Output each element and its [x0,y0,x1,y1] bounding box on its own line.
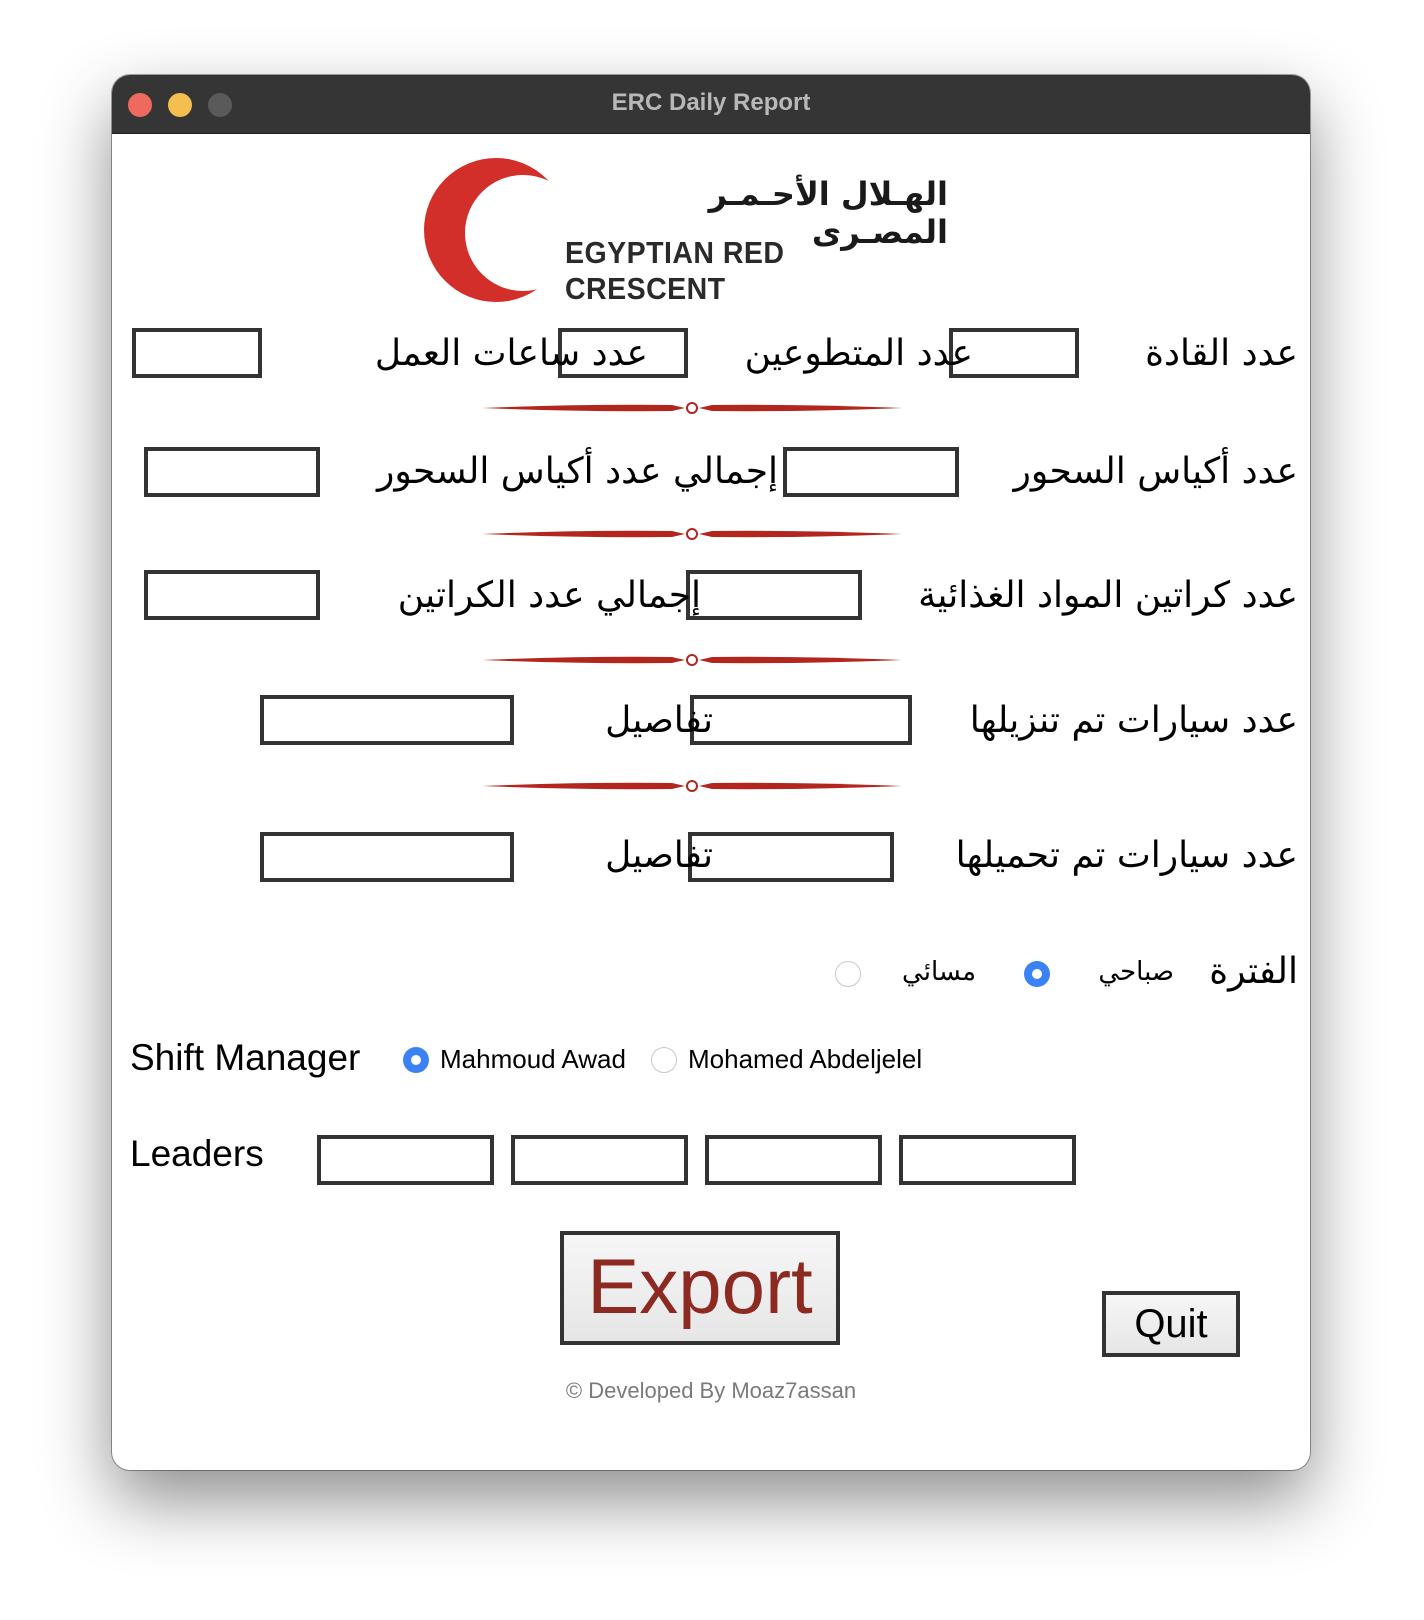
leaders-count-label: عدد القادة [1145,333,1298,374]
period-label: الفترة [1209,951,1298,992]
cars-unloaded-input[interactable] [690,695,912,745]
export-button[interactable]: Export [560,1231,840,1345]
ornament-divider [482,654,902,666]
app-window: ERC Daily Report الهـلال الأحـمـر المصـر… [112,75,1310,1470]
leader-2-input[interactable] [511,1135,688,1185]
unloaded-details-label: تفاصيل [605,700,713,741]
total-cartons-label: إجمالي عدد الكراتين [397,575,701,616]
period-evening-radio[interactable] [835,961,861,987]
period-evening-label[interactable]: مسائي [902,957,976,987]
period-morning-radio[interactable] [1024,961,1050,987]
window-title: ERC Daily Report [611,89,811,116]
ornament-divider [482,780,902,792]
loaded-details-label: تفاصيل [605,835,713,876]
shift-manager-label: Shift Manager [130,1037,361,1078]
food-cartons-input[interactable] [686,570,862,620]
title-bar: ERC Daily Report [112,75,1310,134]
total-suhoor-bags-input[interactable] [144,447,320,497]
total-suhoor-bags-label: إجمالي عدد أكياس السحور [377,451,778,492]
cars-loaded-label: عدد سيارات تم تحميلها [955,835,1298,876]
ornament-divider [482,402,902,414]
volunteers-count-label: عدد المتطوعين [744,333,973,374]
loaded-details-input[interactable] [260,832,514,882]
crescent-icon [424,158,568,302]
period-morning-label[interactable]: صباحي [1098,957,1174,987]
cars-unloaded-label: عدد سيارات تم تنزيلها [969,700,1298,741]
suhoor-bags-input[interactable] [783,447,959,497]
leader-1-input[interactable] [317,1135,494,1185]
logo-english-text: EGYPTIAN RED CRESCENT [565,235,785,306]
cars-loaded-input[interactable] [688,832,894,882]
quit-button[interactable]: Quit [1102,1291,1240,1357]
leader-4-input[interactable] [899,1135,1076,1185]
manager-mohamed-label[interactable]: Mohamed Abdeljelel [688,1044,922,1075]
work-hours-label: عدد ساعات العمل [374,333,648,374]
suhoor-bags-label: عدد أكياس السحور [1013,451,1298,492]
manager-mohamed-radio[interactable] [651,1047,677,1073]
report-form: الهـلال الأحـمـر المصـرى EGYPTIAN RED CR… [112,133,1310,1470]
leader-3-input[interactable] [705,1135,882,1185]
erc-logo: الهـلال الأحـمـر المصـرى EGYPTIAN RED CR… [420,155,950,306]
ornament-divider [482,528,902,540]
total-cartons-input[interactable] [144,570,320,620]
leaders-label: Leaders [130,1133,264,1174]
work-hours-input[interactable] [132,328,262,378]
developer-credit: © Developed By Moaz7assan [565,1378,857,1403]
food-cartons-label: عدد كراتين المواد الغذائية [918,575,1298,616]
manager-mahmoud-radio[interactable] [403,1047,429,1073]
manager-mahmoud-label[interactable]: Mahmoud Awad [440,1044,626,1075]
unloaded-details-input[interactable] [260,695,514,745]
